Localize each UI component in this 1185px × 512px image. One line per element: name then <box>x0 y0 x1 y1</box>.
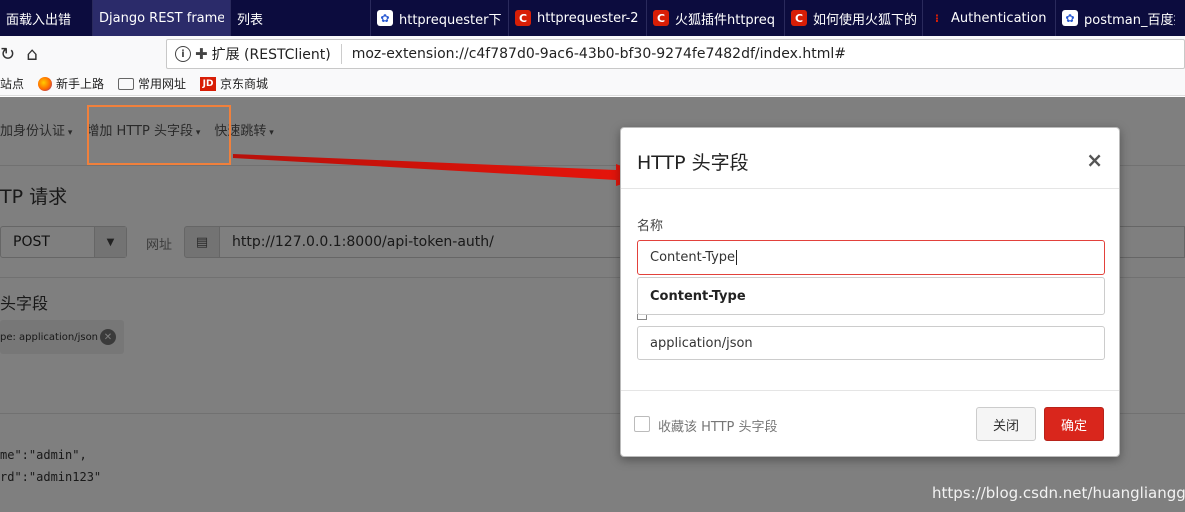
tab-label: postman_百度搜 <box>1084 12 1175 28</box>
bookmark-label: 新手上路 <box>56 77 105 91</box>
info-icon[interactable]: i <box>175 46 191 62</box>
suggestion-text: Content-Type <box>650 288 746 304</box>
tab-bar: 面载入出错 Django REST framew 列表 ✿ httpreques… <box>0 0 1185 36</box>
close-button[interactable]: 关闭 <box>976 407 1036 441</box>
bookmark-jd[interactable]: JD 京东商城 <box>200 75 268 92</box>
annotation-highlight-box <box>87 105 231 165</box>
confirm-button[interactable]: 确定 <box>1044 407 1104 441</box>
tab-5[interactable]: C 火狐插件httpreq <box>647 0 785 36</box>
c-icon: C <box>791 10 807 26</box>
bookmark-label: 京东商城 <box>220 77 269 91</box>
tab-label: Django REST framew <box>99 10 224 26</box>
tab-1[interactable]: Django REST framew <box>93 0 231 36</box>
tab-8[interactable]: ✿ postman_百度搜 <box>1056 0 1181 36</box>
tab-6[interactable]: C 如何使用火狐下的 <box>785 0 923 36</box>
bookmark-sites[interactable]: 站点 <box>0 75 24 92</box>
jd-icon: JD <box>200 76 217 91</box>
tab-label: httprequester下载 <box>399 12 502 28</box>
puzzle-icon: ✚ <box>195 45 208 63</box>
person-dot-icon: ⁝ <box>934 11 940 25</box>
header-name-input[interactable]: Content-Type <box>637 240 1105 275</box>
tab-7[interactable]: ⁝ Authentication - <box>923 0 1056 36</box>
watermark: https://blog.csdn.net/huangliangguu <box>932 484 1185 502</box>
bookmark-label: 常用网址 <box>138 77 187 91</box>
autocomplete-suggestion[interactable]: Content-Type <box>637 277 1105 315</box>
bookmark-common-sites[interactable]: 常用网址 <box>118 75 186 92</box>
tab-label: 如何使用火狐下的 <box>813 12 916 28</box>
bookmark-getting-started[interactable]: 新手上路 <box>38 75 104 92</box>
paw-icon: ✿ <box>377 10 393 26</box>
url-text[interactable]: moz-extension://c4f787d0-9ac6-43b0-bf30-… <box>352 46 846 62</box>
paw-icon: ✿ <box>1062 10 1078 26</box>
c-icon: C <box>653 10 669 26</box>
dialog-header: HTTP 头字段 × <box>621 128 1119 189</box>
tab-3[interactable]: ✿ httprequester下载 <box>371 0 509 36</box>
firefox-icon <box>38 76 53 91</box>
extension-label: 扩展 (RESTClient) <box>211 47 331 63</box>
tab-0[interactable]: 面载入出错 <box>0 0 93 36</box>
save-header-checkbox[interactable] <box>634 416 650 432</box>
tab-4[interactable]: C httprequester-2. <box>509 0 647 36</box>
header-value-value: application/json <box>650 335 753 351</box>
tab-2[interactable]: 列表 <box>231 0 371 36</box>
tab-label: httprequester-2. <box>537 10 640 26</box>
name-label: 名称 <box>637 219 664 234</box>
url-bar[interactable]: i ✚ 扩展 (RESTClient) moz-extension://c4f7… <box>166 39 1185 69</box>
tab-label: 火狐插件httpreq <box>675 12 775 28</box>
text-cursor <box>736 250 738 265</box>
tab-label: 面载入出错 <box>6 12 72 28</box>
header-value-input[interactable]: application/json <box>637 326 1105 360</box>
header-name-value: Content-Type <box>650 250 736 265</box>
dialog-title: HTTP 头字段 <box>637 152 749 174</box>
reload-icon[interactable]: ↻ <box>0 38 16 70</box>
tab-label: 列表 <box>237 12 264 28</box>
bookmarks-bar: 站点 新手上路 常用网址 JD 京东商城 <box>0 72 1185 96</box>
close-icon[interactable]: × <box>1086 148 1103 172</box>
http-header-dialog: HTTP 头字段 × 名称 Content-Type Content-Type … <box>620 127 1120 457</box>
bookmark-label: 站点 <box>0 77 25 91</box>
tab-label: Authentication - <box>951 10 1049 26</box>
home-icon[interactable]: ⌂ <box>16 38 48 70</box>
c-icon: C <box>515 10 531 26</box>
navigation-bar: ↻ ⌂ i ✚ 扩展 (RESTClient) moz-extension://… <box>0 36 1185 72</box>
divider <box>340 44 342 64</box>
save-header-label: 收藏该 HTTP 头字段 <box>658 420 778 435</box>
folder-icon <box>118 77 135 90</box>
dialog-footer: 收藏该 HTTP 头字段 关闭 确定 <box>621 390 1119 457</box>
